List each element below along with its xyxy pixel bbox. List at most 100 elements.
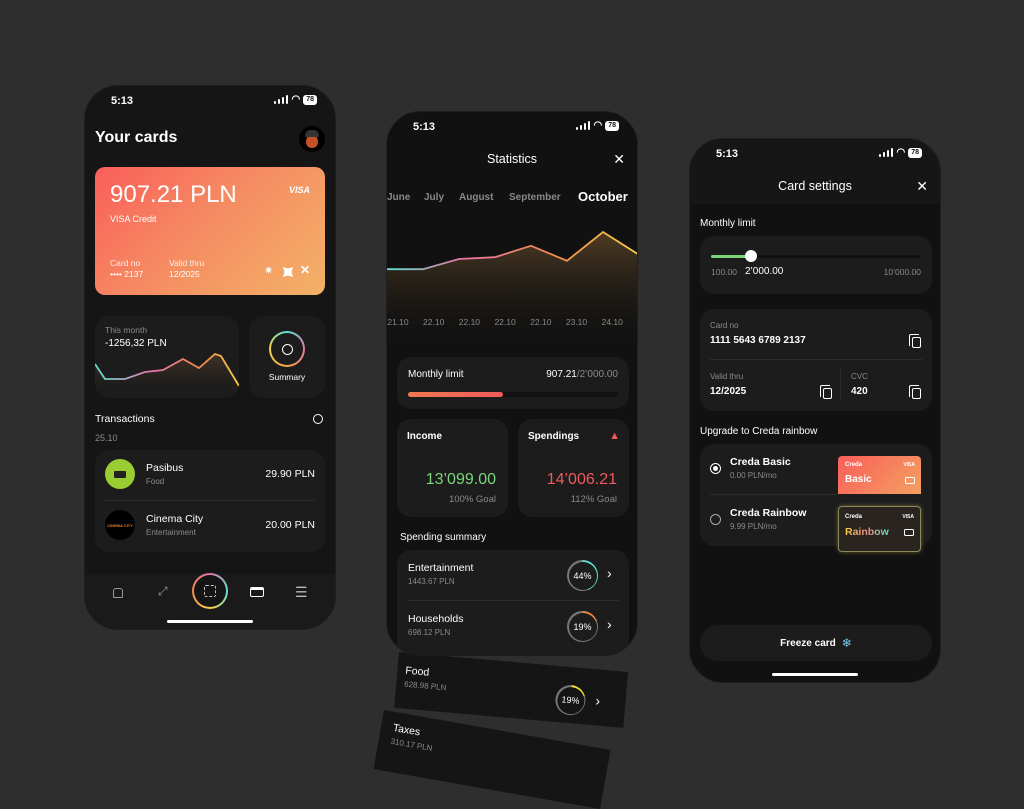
upgrade-title: Upgrade to Creda rainbow — [700, 426, 818, 437]
preview-name: Basic — [845, 474, 872, 485]
card-balance: 907.21 PLN — [110, 181, 237, 208]
tab-october[interactable]: October — [578, 189, 628, 204]
summary-name: Taxes — [391, 721, 422, 739]
preview-brand: Creda — [845, 514, 863, 520]
menu-icon[interactable]: ☰ — [295, 584, 308, 601]
credit-card[interactable]: 907.21 PLN VISA VISA Credit Card no ••••… — [95, 167, 325, 295]
transactions-list: Pasibus Food 29.90 PLN CINEMA CITY Cinem… — [95, 450, 325, 552]
battery-icon: 78 — [908, 147, 922, 158]
limit-total: /2’000.00 — [576, 369, 618, 380]
avatar[interactable] — [299, 126, 325, 152]
transactions-title: Transactions — [95, 413, 155, 425]
valid-value: 12/2025 — [710, 386, 747, 397]
plan-rainbow[interactable]: Creda Rainbow 9.99 PLN/mo Creda VISA Rai… — [700, 495, 932, 552]
chevron-right-icon: › — [594, 692, 601, 709]
basic-card-preview: Creda VISA Basic — [838, 456, 921, 494]
square-icon[interactable] — [283, 267, 293, 277]
battery-icon: 78 — [303, 94, 317, 105]
wifi-icon: ◠ — [593, 120, 603, 131]
transactions-date: 25.10 — [95, 433, 118, 443]
plan-price: 9.99 PLN/mo — [730, 522, 777, 531]
plans-panel: Creda Basic 0.00 PLN/mo Creda VISA Basic… — [700, 444, 932, 552]
summary-amount: 628.98 PLN — [403, 679, 447, 693]
radio-unselected[interactable] — [710, 514, 721, 525]
plan-name: Creda Basic — [730, 456, 791, 468]
status-bar: 5:13 ◠ 78 — [387, 112, 637, 142]
page-title: Statistics — [486, 152, 537, 166]
close-icon[interactable]: ✕ — [613, 151, 625, 168]
x-tick-label: 22.10 — [459, 317, 481, 327]
limit-slider-handle[interactable] — [744, 250, 757, 262]
home-icon[interactable] — [113, 588, 123, 598]
monthly-limit-panel[interactable]: Monthly limit 907.21/2’000.00 — [397, 357, 629, 409]
radio-selected[interactable] — [710, 463, 721, 474]
income-label: Income — [407, 431, 443, 442]
summary-amount: 698.12 PLN — [408, 628, 451, 637]
close-icon[interactable]: ✕ — [300, 263, 310, 277]
plan-basic[interactable]: Creda Basic 0.00 PLN/mo Creda VISA Basic — [700, 444, 932, 494]
summary-item-food[interactable]: Food 628.98 PLN 19% › — [394, 652, 629, 728]
summary-button[interactable]: Summary — [249, 316, 325, 398]
pie-chart-icon — [281, 343, 293, 355]
snowflake-icon: ❄ — [841, 636, 852, 650]
card-icon[interactable] — [250, 587, 264, 597]
x-tick-label: 22.10 — [530, 317, 552, 327]
x-tick-label: 22.10 — [423, 317, 445, 327]
transaction-name: Cinema City — [146, 513, 204, 525]
limit-slider-track[interactable] — [711, 250, 921, 262]
phone-your-cards: 5:13 ◠ 78 Your cards 907.21 PLN VISA VIS… — [84, 85, 336, 630]
status-bar: 5:13 ◠ 78 — [690, 139, 940, 169]
income-panel[interactable]: Income 13’099.00 100% Goal — [397, 419, 508, 517]
summary-item-entertainment[interactable]: Entertainment 1443.67 PLN 44% › — [397, 550, 629, 600]
tab-september[interactable]: September — [509, 192, 561, 203]
limit-value: 2’000.00 — [745, 266, 784, 277]
progress-ring: 19% — [567, 611, 598, 642]
chevron-right-icon: › — [607, 565, 612, 581]
expand-icon[interactable]: ⤢ — [158, 584, 168, 599]
limit-progress-track — [408, 392, 618, 397]
plan-price: 0.00 PLN/mo — [730, 471, 777, 480]
copy-icon[interactable] — [909, 385, 921, 399]
valid-value: 12/2025 — [169, 269, 200, 279]
spendings-label: Spendings — [528, 431, 580, 442]
summary-item-taxes[interactable]: Taxes 310.17 PLN — [373, 710, 611, 809]
scan-button[interactable] — [192, 573, 228, 609]
copy-icon[interactable] — [820, 385, 832, 399]
transaction-row[interactable]: CINEMA CITY Cinema City Entertainment 20… — [95, 501, 325, 551]
transaction-row[interactable]: Pasibus Food 29.90 PLN — [95, 450, 325, 500]
chip-icon — [905, 477, 915, 484]
page-title: Card settings — [778, 179, 852, 193]
preview-visa: VISA — [903, 462, 915, 468]
tab-june[interactable]: June — [387, 192, 410, 203]
home-indicator — [772, 673, 858, 676]
wifi-icon: ◠ — [896, 147, 906, 158]
cinema-city-logo: CINEMA CITY — [105, 510, 135, 540]
limit-max: 10’000.00 — [883, 267, 921, 277]
chart-area — [387, 232, 637, 352]
monthly-limit-value: 907.21/2’000.00 — [546, 369, 618, 380]
signal-icon — [575, 121, 591, 130]
tab-july[interactable]: July — [424, 192, 444, 203]
search-icon[interactable] — [313, 414, 323, 424]
status-time: 5:13 — [111, 95, 134, 107]
monthly-limit-label: Monthly limit — [408, 369, 464, 380]
summary-item-households[interactable]: Households 698.12 PLN 19% › — [397, 601, 629, 651]
tab-august[interactable]: August — [459, 192, 493, 203]
status-time: 5:13 — [716, 148, 739, 160]
status-time: 5:13 — [413, 121, 436, 133]
this-month-panel[interactable]: This month -1256,32 PLN — [95, 316, 239, 398]
close-icon[interactable]: ✕ — [916, 178, 928, 195]
vertical-divider — [840, 369, 841, 401]
spending-summary-list: Entertainment 1443.67 PLN 44% › Househol… — [397, 550, 629, 655]
progress-ring: 19% — [554, 683, 587, 717]
chip-icon — [904, 529, 914, 536]
transaction-amount: 29.90 PLN — [265, 468, 315, 480]
freeze-card-button[interactable]: Freeze card ❄ — [700, 625, 932, 661]
sun-icon[interactable]: ✷ — [264, 264, 273, 277]
summary-name: Households — [408, 613, 464, 625]
spendings-panel[interactable]: Spendings ▲ 14’006.21 112% Goal — [518, 419, 629, 517]
limit-spent: 907.21 — [546, 369, 577, 380]
chevron-right-icon: › — [607, 616, 612, 632]
summary-label: Summary — [268, 372, 306, 382]
copy-icon[interactable] — [909, 334, 921, 348]
